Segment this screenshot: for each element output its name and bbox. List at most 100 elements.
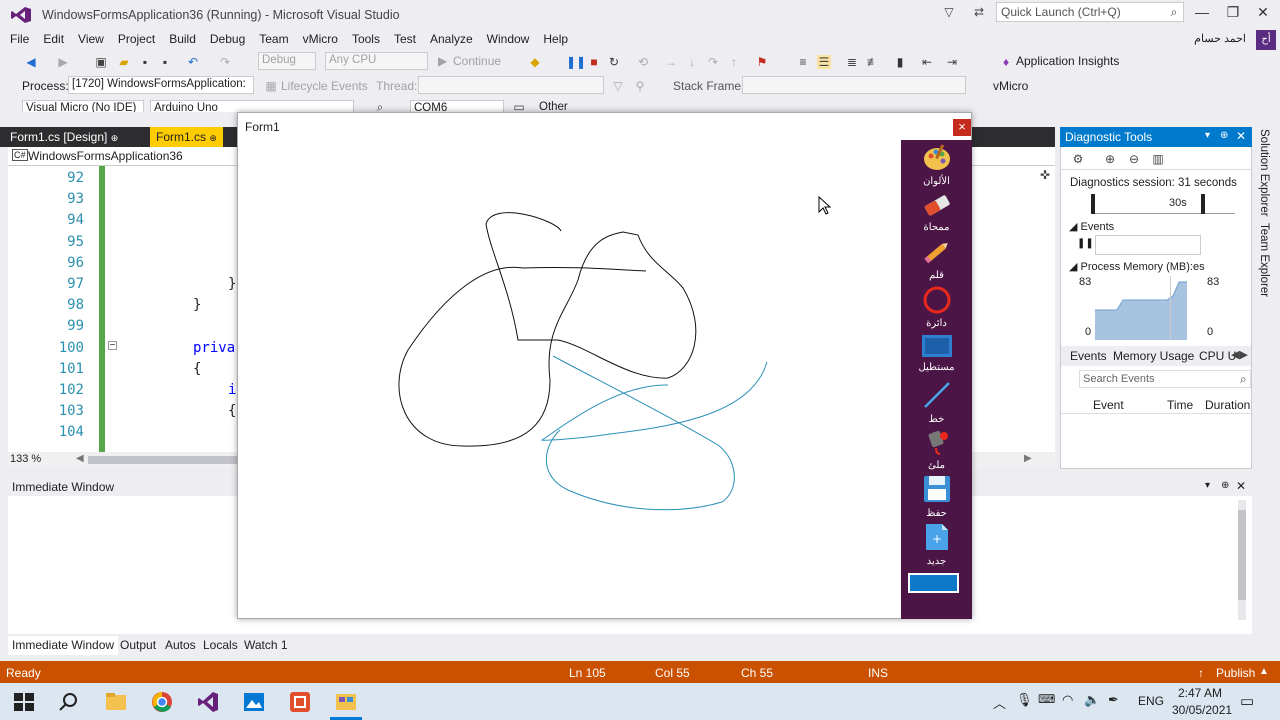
process-icon[interactable]: ◆ <box>528 55 542 69</box>
immediate-close-icon[interactable]: ✕ <box>1236 479 1246 493</box>
menu-team[interactable]: Team <box>252 32 295 46</box>
file-explorer-icon[interactable] <box>104 690 128 714</box>
code-line[interactable]: i <box>228 382 236 398</box>
stack-frame-select[interactable] <box>742 76 966 94</box>
back-icon[interactable]: ◀ <box>24 55 38 69</box>
menu-help[interactable]: Help <box>536 32 575 46</box>
scroll-left-icon[interactable]: ◀ <box>76 453 84 464</box>
zoom-out-icon[interactable]: ⊖ <box>1127 152 1141 166</box>
tabs-arrow-icon[interactable]: ◀▶ <box>1231 348 1248 361</box>
open-icon[interactable]: ▰ <box>117 55 131 69</box>
clock-time[interactable]: 2:47 AM <box>1178 686 1222 700</box>
exception-icon[interactable]: ⚑ <box>755 55 769 69</box>
zoom-in-icon[interactable]: ⊕ <box>1103 152 1117 166</box>
memory-section[interactable]: ◢ Process Memory (MB):es <box>1069 260 1205 273</box>
panel-pin-icon[interactable]: ⊕ <box>1220 130 1228 141</box>
events-section[interactable]: ◢ Events <box>1069 220 1114 233</box>
menu-build[interactable]: Build <box>162 32 203 46</box>
menu-vmicro[interactable]: vMicro <box>296 32 345 46</box>
quick-launch-input[interactable]: Quick Launch (Ctrl+Q) <box>996 2 1184 22</box>
continue-button[interactable]: Continue <box>453 54 501 68</box>
tab-solution-explorer[interactable]: Solution Explorer <box>1258 129 1270 217</box>
immediate-menu-icon[interactable]: ▾ <box>1205 480 1210 491</box>
camtasia-icon[interactable] <box>288 690 312 714</box>
menu-debug[interactable]: Debug <box>203 32 252 46</box>
redo-icon[interactable]: ↷ <box>218 55 232 69</box>
step-icon[interactable]: → <box>664 55 678 69</box>
menu-file[interactable]: File <box>0 32 36 46</box>
step-out-icon[interactable]: ↑ <box>727 55 741 69</box>
code-line[interactable]: } <box>228 276 236 292</box>
tab-immediate-window[interactable]: Immediate Window <box>8 636 119 655</box>
network-icon[interactable]: ◠ <box>1062 692 1073 708</box>
current-color-swatch[interactable] <box>908 573 959 593</box>
pin-icon[interactable]: ⊕ <box>209 133 217 143</box>
tab-team-explorer[interactable]: Team Explorer <box>1258 223 1270 297</box>
publish-button[interactable]: Publish <box>1216 666 1255 680</box>
menu-window[interactable]: Window <box>480 32 537 46</box>
menu-analyze[interactable]: Analyze <box>423 32 480 46</box>
pin-icon[interactable]: ⊕ <box>111 133 119 143</box>
step-over-icon[interactable]: ↷ <box>706 55 720 69</box>
filter-thread-icon[interactable]: ⚲ <box>633 79 647 93</box>
flag-thread-icon[interactable]: ▽ <box>611 79 625 93</box>
bookmark-prev-icon[interactable]: ⇤ <box>920 55 934 69</box>
forward-icon[interactable]: ▶ <box>56 55 70 69</box>
micro-select[interactable]: Visual Micro (No IDE) <box>22 100 144 112</box>
hot-reload-icon[interactable]: ⟲ <box>636 55 650 69</box>
maximize-button[interactable]: ❐ <box>1218 4 1248 24</box>
immediate-pin-icon[interactable]: ⊕ <box>1221 480 1229 491</box>
scroll-thumb[interactable] <box>88 456 248 464</box>
col-duration[interactable]: Duration <box>1205 398 1250 412</box>
feedback-icon[interactable]: ⇄ <box>972 5 986 19</box>
new-project-icon[interactable]: ▣ <box>94 55 108 69</box>
reset-zoom-icon[interactable]: ▥ <box>1151 152 1165 166</box>
project-dropdown[interactable]: WindowsFormsApplication36 <box>28 149 183 163</box>
tool-rectangle[interactable]: مستطيل <box>901 334 972 373</box>
code-line[interactable]: } <box>193 297 201 313</box>
lifecycle-events-button[interactable]: Lifecycle Events <box>281 79 368 93</box>
comment-icon[interactable]: ≣ <box>845 55 859 69</box>
bookmark-icon[interactable]: ▮ <box>893 55 907 69</box>
menu-edit[interactable]: Edit <box>36 32 71 46</box>
insights-icon[interactable]: ♦ <box>999 55 1013 69</box>
diagnostic-tools-header[interactable]: Diagnostic Tools ▾ ⊕ ✕ <box>1060 127 1252 147</box>
immediate-scrollbar[interactable] <box>1238 500 1246 620</box>
panel-menu-icon[interactable]: ▾ <box>1205 130 1210 141</box>
col-event[interactable]: Event <box>1093 398 1124 412</box>
save-icon[interactable]: ▪ <box>138 55 152 69</box>
tool-line[interactable]: خط <box>901 380 972 425</box>
tool-eraser[interactable]: ممحاة <box>901 192 972 233</box>
board-search-icon[interactable]: ⌕ <box>373 100 387 112</box>
user-name[interactable]: احمد حسام <box>1194 32 1246 45</box>
platform-select[interactable]: Any CPU <box>325 52 428 70</box>
tool-circle[interactable]: دائرة <box>901 286 972 329</box>
publish-icon[interactable]: ↑ <box>1198 666 1204 680</box>
port-select[interactable]: COM6 <box>410 100 504 112</box>
chrome-icon[interactable] <box>150 690 174 714</box>
menu-project[interactable]: Project <box>111 32 162 46</box>
outline-icon[interactable]: ≡ <box>796 55 810 69</box>
pen-icon[interactable]: ✒ <box>1108 692 1119 708</box>
tab-locals[interactable]: Locals <box>199 636 242 655</box>
other-select[interactable]: Other <box>536 100 580 112</box>
tab-autos[interactable]: Autos <box>161 636 200 655</box>
avatar[interactable]: أح <box>1256 30 1276 50</box>
tab-form1-design[interactable]: Form1.cs [Design] ⊕ <box>4 127 124 147</box>
visual-studio-taskbar-icon[interactable] <box>196 690 220 714</box>
restart-icon[interactable]: ↻ <box>607 55 621 69</box>
input-method-icon[interactable]: ⌨ <box>1038 692 1055 706</box>
tab-output[interactable]: Output <box>116 636 160 655</box>
taskbar-search-icon[interactable] <box>57 690 81 714</box>
split-icon[interactable]: ✜ <box>1038 168 1052 182</box>
bookmark-next-icon[interactable]: ⇥ <box>945 55 959 69</box>
serial-monitor-icon[interactable]: ▭ <box>512 100 526 112</box>
lifecycle-icon[interactable]: ▦ <box>264 79 278 93</box>
search-icon[interactable]: ⌕ <box>1167 5 1181 19</box>
col-time[interactable]: Time <box>1167 398 1193 412</box>
tool-fill[interactable]: ملئ <box>901 428 972 471</box>
filter-icon[interactable]: ▽ <box>942 5 956 19</box>
language-indicator[interactable]: ENG <box>1138 694 1164 708</box>
code-line[interactable]: { <box>228 403 236 419</box>
minimize-button[interactable]: — <box>1187 4 1217 24</box>
